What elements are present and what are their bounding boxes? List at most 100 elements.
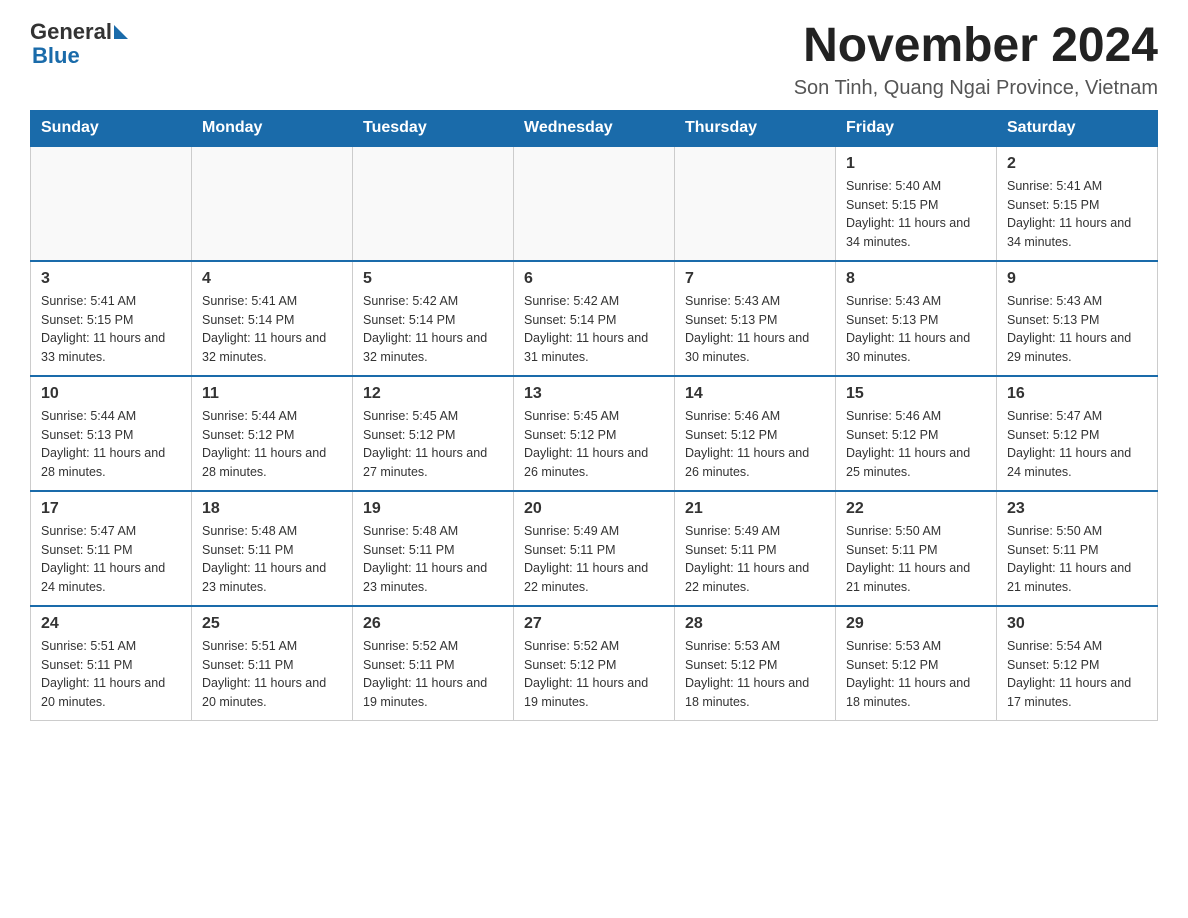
day-info: Sunrise: 5:42 AM Sunset: 5:14 PM Dayligh…	[524, 292, 664, 367]
day-info: Sunrise: 5:50 AM Sunset: 5:11 PM Dayligh…	[846, 522, 986, 597]
page-header: General Blue November 2024 Son Tinh, Qua…	[30, 20, 1158, 100]
day-number: 21	[685, 500, 825, 518]
day-info: Sunrise: 5:51 AM Sunset: 5:11 PM Dayligh…	[41, 637, 181, 712]
calendar-table: SundayMondayTuesdayWednesdayThursdayFrid…	[30, 110, 1158, 721]
table-row: 3 Sunrise: 5:41 AM Sunset: 5:15 PM Daylig…	[31, 261, 192, 376]
table-row: 22 Sunrise: 5:50 AM Sunset: 5:11 PM Dayli…	[836, 491, 997, 606]
table-row: 15 Sunrise: 5:46 AM Sunset: 5:12 PM Dayli…	[836, 376, 997, 491]
table-row: 6 Sunrise: 5:42 AM Sunset: 5:14 PM Daylig…	[514, 261, 675, 376]
day-info: Sunrise: 5:52 AM Sunset: 5:12 PM Dayligh…	[524, 637, 664, 712]
table-row: 11Sunrise: 5:44 AM Sunset: 5:12 PM Dayli…	[192, 376, 353, 491]
calendar-day-header: Sunday	[31, 110, 192, 146]
day-info: Sunrise: 5:51 AM Sunset: 5:11 PM Dayligh…	[202, 637, 342, 712]
calendar-day-header: Wednesday	[514, 110, 675, 146]
day-info: Sunrise: 5:40 AM Sunset: 5:15 PM Dayligh…	[846, 177, 986, 252]
table-row: 1 Sunrise: 5:40 AM Sunset: 5:15 PM Daylig…	[836, 146, 997, 261]
table-row: 19 Sunrise: 5:48 AM Sunset: 5:11 PM Dayli…	[353, 491, 514, 606]
day-info: Sunrise: 5:42 AM Sunset: 5:14 PM Dayligh…	[363, 292, 503, 367]
day-number: 25	[202, 615, 342, 633]
day-info: Sunrise: 5:46 AM Sunset: 5:12 PM Dayligh…	[685, 407, 825, 482]
day-info: Sunrise: 5:43 AM Sunset: 5:13 PM Dayligh…	[685, 292, 825, 367]
day-number: 27	[524, 615, 664, 633]
table-row: 26 Sunrise: 5:52 AM Sunset: 5:11 PM Dayli…	[353, 606, 514, 721]
table-row: 10 Sunrise: 5:44 AM Sunset: 5:13 PM Dayli…	[31, 376, 192, 491]
day-number: 13	[524, 385, 664, 403]
day-number: 10	[41, 385, 181, 403]
day-number: 26	[363, 615, 503, 633]
table-row: 12Sunrise: 5:45 AM Sunset: 5:12 PM Dayli…	[353, 376, 514, 491]
calendar-week-row: 1 Sunrise: 5:40 AM Sunset: 5:15 PM Daylig…	[31, 146, 1158, 261]
day-info: Sunrise: 5:47 AM Sunset: 5:12 PM Dayligh…	[1007, 407, 1147, 482]
day-info: Sunrise: 5:45 AM Sunset: 5:12 PM Dayligh…	[524, 407, 664, 482]
day-number: 24	[41, 615, 181, 633]
day-info: Sunrise: 5:53 AM Sunset: 5:12 PM Dayligh…	[846, 637, 986, 712]
day-info: Sunrise: 5:44 AM Sunset: 5:12 PM Dayligh…	[202, 407, 342, 482]
calendar-body: 1 Sunrise: 5:40 AM Sunset: 5:15 PM Daylig…	[31, 146, 1158, 721]
day-number: 28	[685, 615, 825, 633]
day-info: Sunrise: 5:43 AM Sunset: 5:13 PM Dayligh…	[1007, 292, 1147, 367]
logo: General Blue	[30, 20, 128, 68]
table-row: 30Sunrise: 5:54 AM Sunset: 5:12 PM Dayli…	[997, 606, 1158, 721]
table-row: 2 Sunrise: 5:41 AM Sunset: 5:15 PM Daylig…	[997, 146, 1158, 261]
table-row: 14 Sunrise: 5:46 AM Sunset: 5:12 PM Dayli…	[675, 376, 836, 491]
day-info: Sunrise: 5:41 AM Sunset: 5:15 PM Dayligh…	[1007, 177, 1147, 252]
calendar-header: SundayMondayTuesdayWednesdayThursdayFrid…	[31, 110, 1158, 146]
day-number: 2	[1007, 155, 1147, 173]
day-number: 7	[685, 270, 825, 288]
day-number: 16	[1007, 385, 1147, 403]
day-info: Sunrise: 5:47 AM Sunset: 5:11 PM Dayligh…	[41, 522, 181, 597]
table-row: 18Sunrise: 5:48 AM Sunset: 5:11 PM Dayli…	[192, 491, 353, 606]
table-row: 27 Sunrise: 5:52 AM Sunset: 5:12 PM Dayli…	[514, 606, 675, 721]
day-number: 9	[1007, 270, 1147, 288]
day-info: Sunrise: 5:48 AM Sunset: 5:11 PM Dayligh…	[363, 522, 503, 597]
table-row	[675, 146, 836, 261]
day-number: 3	[41, 270, 181, 288]
day-number: 23	[1007, 500, 1147, 518]
day-info: Sunrise: 5:45 AM Sunset: 5:12 PM Dayligh…	[363, 407, 503, 482]
day-info: Sunrise: 5:49 AM Sunset: 5:11 PM Dayligh…	[524, 522, 664, 597]
table-row: 28Sunrise: 5:53 AM Sunset: 5:12 PM Dayli…	[675, 606, 836, 721]
day-number: 30	[1007, 615, 1147, 633]
day-info: Sunrise: 5:44 AM Sunset: 5:13 PM Dayligh…	[41, 407, 181, 482]
day-number: 20	[524, 500, 664, 518]
calendar-day-header: Thursday	[675, 110, 836, 146]
calendar-week-row: 10 Sunrise: 5:44 AM Sunset: 5:13 PM Dayli…	[31, 376, 1158, 491]
logo-triangle-icon	[114, 25, 128, 39]
table-row: 5 Sunrise: 5:42 AM Sunset: 5:14 PM Daylig…	[353, 261, 514, 376]
day-info: Sunrise: 5:41 AM Sunset: 5:15 PM Dayligh…	[41, 292, 181, 367]
day-info: Sunrise: 5:52 AM Sunset: 5:11 PM Dayligh…	[363, 637, 503, 712]
calendar-day-header: Monday	[192, 110, 353, 146]
table-row	[192, 146, 353, 261]
day-number: 22	[846, 500, 986, 518]
table-row: 16 Sunrise: 5:47 AM Sunset: 5:12 PM Dayli…	[997, 376, 1158, 491]
logo-general: General	[30, 20, 112, 44]
day-number: 5	[363, 270, 503, 288]
title-block: November 2024 Son Tinh, Quang Ngai Provi…	[794, 20, 1158, 100]
table-row: 7 Sunrise: 5:43 AM Sunset: 5:13 PM Daylig…	[675, 261, 836, 376]
table-row: 8 Sunrise: 5:43 AM Sunset: 5:13 PM Daylig…	[836, 261, 997, 376]
day-info: Sunrise: 5:49 AM Sunset: 5:11 PM Dayligh…	[685, 522, 825, 597]
day-number: 4	[202, 270, 342, 288]
table-row: 24 Sunrise: 5:51 AM Sunset: 5:11 PM Dayli…	[31, 606, 192, 721]
day-number: 15	[846, 385, 986, 403]
calendar-header-row: SundayMondayTuesdayWednesdayThursdayFrid…	[31, 110, 1158, 146]
table-row: 17 Sunrise: 5:47 AM Sunset: 5:11 PM Dayli…	[31, 491, 192, 606]
table-row: 29Sunrise: 5:53 AM Sunset: 5:12 PM Dayli…	[836, 606, 997, 721]
table-row: 4Sunrise: 5:41 AM Sunset: 5:14 PM Daylig…	[192, 261, 353, 376]
page-subtitle: Son Tinh, Quang Ngai Province, Vietnam	[794, 77, 1158, 100]
table-row: 13 Sunrise: 5:45 AM Sunset: 5:12 PM Dayli…	[514, 376, 675, 491]
day-number: 17	[41, 500, 181, 518]
day-number: 14	[685, 385, 825, 403]
table-row: 25 Sunrise: 5:51 AM Sunset: 5:11 PM Dayli…	[192, 606, 353, 721]
day-number: 8	[846, 270, 986, 288]
day-number: 19	[363, 500, 503, 518]
calendar-day-header: Friday	[836, 110, 997, 146]
table-row	[31, 146, 192, 261]
day-number: 1	[846, 155, 986, 173]
table-row: 21 Sunrise: 5:49 AM Sunset: 5:11 PM Dayli…	[675, 491, 836, 606]
day-number: 6	[524, 270, 664, 288]
day-info: Sunrise: 5:43 AM Sunset: 5:13 PM Dayligh…	[846, 292, 986, 367]
calendar-day-header: Saturday	[997, 110, 1158, 146]
day-info: Sunrise: 5:46 AM Sunset: 5:12 PM Dayligh…	[846, 407, 986, 482]
table-row	[353, 146, 514, 261]
